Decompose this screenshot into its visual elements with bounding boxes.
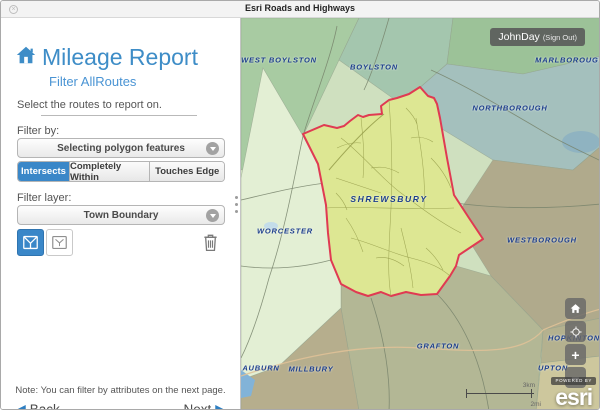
spatial-relation-tabs: Intersects Completely Within Touches Edg… <box>17 161 225 182</box>
filter-method-value: Selecting polygon features <box>57 143 185 154</box>
trash-icon <box>200 232 221 253</box>
locate-icon <box>569 325 583 339</box>
filter-layer-value: Town Boundary <box>84 210 159 221</box>
home-icon <box>569 302 582 315</box>
page-subtitle: Filter AllRoutes <box>49 74 136 89</box>
instruction-text: Select the routes to report on. <box>17 99 162 111</box>
home-extent-button[interactable] <box>565 298 586 319</box>
back-button[interactable]: ◀ Back <box>15 402 60 410</box>
note-text: Note: You can filter by attributes on th… <box>1 385 240 396</box>
scale-mi-label: 2mi <box>531 401 541 408</box>
next-button[interactable]: Next ▶ <box>183 402 226 410</box>
back-label: Back <box>30 402 60 410</box>
filter-method-dropdown[interactable]: Selecting polygon features <box>17 138 225 158</box>
chevron-down-icon[interactable] <box>206 209 219 222</box>
app-window: × Esri Roads and Highways Mileage Report… <box>0 0 600 410</box>
esri-brand-text: esri <box>551 387 596 407</box>
town-label-marlborough: MARLBOROUGH <box>535 56 599 65</box>
user-name: JohnDay <box>498 31 539 43</box>
locate-button[interactable] <box>565 321 586 342</box>
esri-logo: POWERED BY esri <box>551 369 596 407</box>
title-bar: × Esri Roads and Highways <box>1 1 599 18</box>
town-label-westborough: WESTBOROUGH <box>507 236 577 245</box>
scale-bar: 3km 2mi <box>463 382 541 408</box>
window-title: Esri Roads and Highways <box>1 3 599 13</box>
tab-touches-edge[interactable]: Touches Edge <box>150 162 224 181</box>
filter-layer-label: Filter layer: <box>17 192 71 204</box>
chevron-down-icon[interactable] <box>206 142 219 155</box>
town-label-auburn: AUBURN <box>242 364 279 373</box>
panel-splitter-handle[interactable] <box>233 196 240 213</box>
town-label-millbury: MILLBURY <box>288 365 333 374</box>
town-label-shrewsbury: SHREWSBURY <box>350 194 427 204</box>
zoom-in-button[interactable]: + <box>565 344 586 365</box>
filter-layer-dropdown[interactable]: Town Boundary <box>17 205 225 225</box>
scale-km-label: 3km <box>523 382 535 389</box>
town-label-west-boylston: WEST BOYLSTON <box>241 56 317 65</box>
user-sign-out-button[interactable]: JohnDay (Sign Out) <box>490 28 585 46</box>
select-polygon-icon <box>21 233 40 252</box>
home-icon[interactable] <box>15 44 37 71</box>
sign-out-label: (Sign Out) <box>543 33 577 42</box>
next-label: Next <box>183 402 211 410</box>
select-by-polygon-button[interactable] <box>17 229 44 256</box>
map-view[interactable]: WEST BOYLSTON BOYLSTON MARLBOROUGH NORTH… <box>241 18 599 409</box>
tab-intersects[interactable]: Intersects <box>18 162 70 181</box>
filter-by-label: Filter by: <box>17 125 59 137</box>
divider <box>41 115 197 116</box>
select-by-shape-button[interactable] <box>46 229 73 256</box>
mileage-report-panel: Mileage Report Filter AllRoutes Select t… <box>1 18 241 409</box>
page-title: Mileage Report <box>42 44 198 71</box>
town-label-boylston: BOYLSTON <box>350 63 398 72</box>
town-label-northborough: NORTHBOROUGH <box>472 104 547 113</box>
next-arrow-icon: ▶ <box>215 402 226 410</box>
back-arrow-icon: ◀ <box>15 402 26 410</box>
tab-completely-within[interactable]: Completely Within <box>70 162 150 181</box>
town-label-grafton: GRAFTON <box>417 342 460 351</box>
town-label-worcester: WORCESTER <box>257 227 313 236</box>
select-shape-icon <box>50 233 69 252</box>
clear-selection-button[interactable] <box>197 229 224 256</box>
